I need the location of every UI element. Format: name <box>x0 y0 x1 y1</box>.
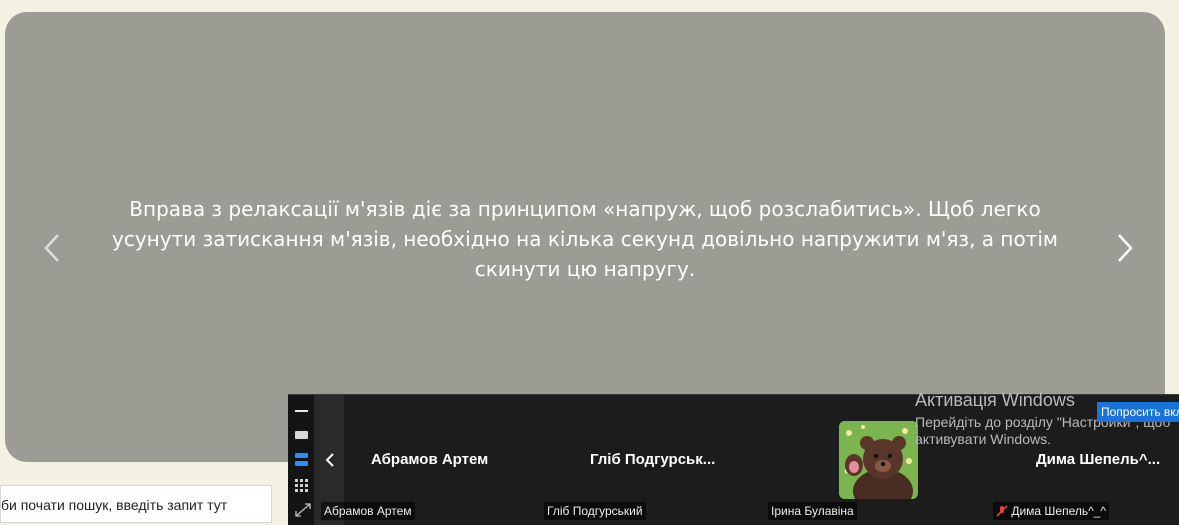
chevron-right-icon <box>1118 234 1133 262</box>
search-placeholder: би почати пошук, введіть запит тут <box>1 497 228 513</box>
next-slide-button[interactable] <box>1105 222 1145 274</box>
single-view-icon[interactable] <box>295 431 308 439</box>
mic-muted-icon <box>996 505 1008 517</box>
view-toolbar <box>288 395 314 525</box>
participant-name-large: Гліб Подгурськ... <box>590 451 716 468</box>
minimize-icon[interactable] <box>295 410 308 412</box>
participant-name-large: Абрамов Артем <box>371 451 489 468</box>
chevron-left-icon <box>44 234 59 262</box>
grid-view-icon[interactable] <box>295 479 308 492</box>
slide-text: Вправа з релаксації м'язів діє за принци… <box>111 197 1058 281</box>
taskbar-search-input[interactable]: би почати пошук, введіть запит тут <box>0 485 272 523</box>
chevron-left-icon <box>325 453 334 467</box>
meeting-video-strip: Абрамов Артем Гліб Подгурськ... Дима Шеп… <box>288 394 1179 525</box>
strip-view-icon[interactable] <box>295 453 308 466</box>
participant-name-tag: Гліб Подгурський <box>544 502 646 520</box>
previous-participants-button[interactable] <box>324 451 340 469</box>
participant-name-tag: Абрамов Артем <box>321 502 415 520</box>
prev-slide-button[interactable] <box>32 222 72 274</box>
expand-icon[interactable] <box>295 503 311 517</box>
participant-name: Дима Шепель^_^ <box>1011 504 1107 518</box>
ask-to-unmute-button[interactable]: Попросить вкл <box>1097 402 1179 422</box>
participant-name-large: Дима Шепель^... <box>1036 451 1161 468</box>
participant-name-tag: Ірина Булавіна <box>768 502 857 520</box>
bear-avatar <box>839 421 918 499</box>
participant-name-tag-muted: Дима Шепель^_^ <box>993 502 1110 520</box>
